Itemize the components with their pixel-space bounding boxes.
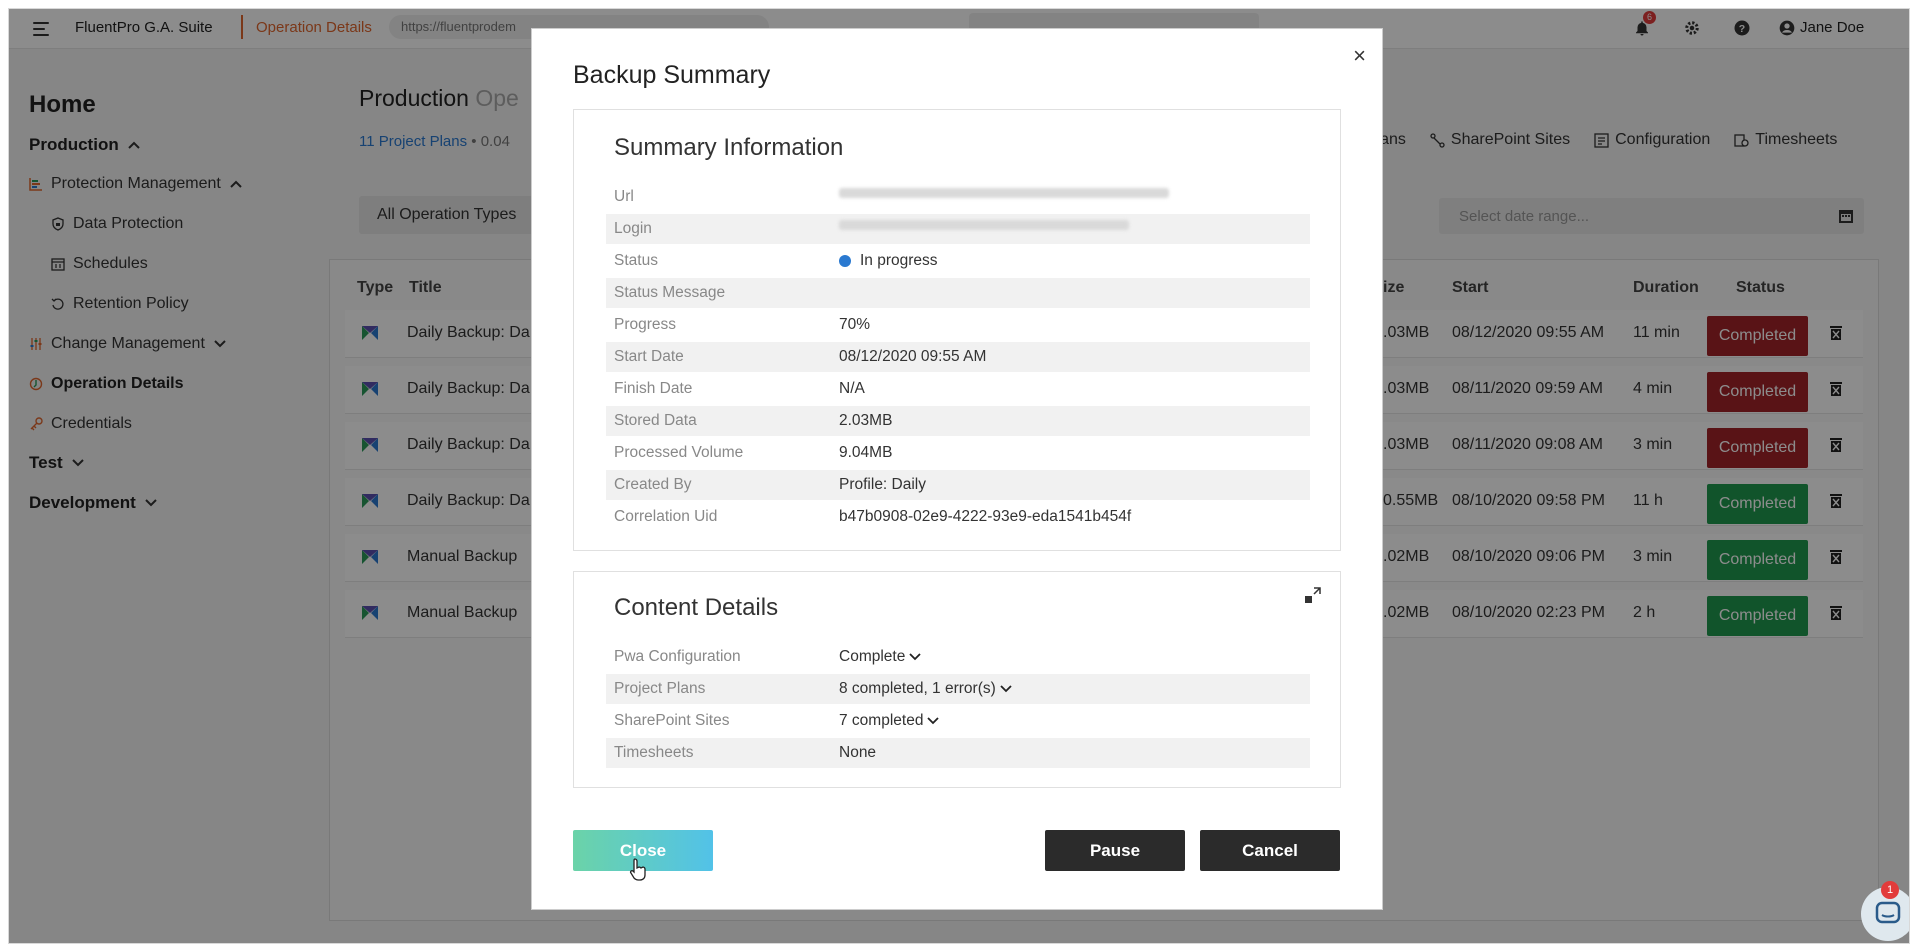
summary-title: Summary Information (614, 134, 844, 161)
content-key: Timesheets (614, 744, 694, 761)
content-details-section: Content Details Pwa Configuration Complet… (573, 571, 1341, 788)
summary-row: Correlation Uid b47b0908-02e9-4222-93e9-e… (606, 502, 1310, 532)
hand-cursor-icon (629, 858, 646, 881)
modal-title: Backup Summary (573, 61, 771, 89)
content-value[interactable]: 8 completed, 1 error(s) (839, 680, 996, 698)
summary-row: Url (606, 182, 1310, 212)
summary-row: Progress 70% (606, 310, 1310, 340)
content-row[interactable]: Project Plans 8 completed, 1 error(s) (606, 674, 1310, 704)
summary-value: Profile: Daily (839, 476, 926, 493)
modal-close-icon[interactable]: × (1353, 43, 1366, 69)
redacted-value (839, 220, 1129, 230)
summary-value: In progress (860, 252, 938, 269)
summary-key: Processed Volume (614, 444, 744, 461)
content-row[interactable]: SharePoint Sites 7 completed (606, 706, 1310, 736)
summary-row: Created By Profile: Daily (606, 470, 1310, 500)
summary-section: Summary Information Url Login Status In pro… (573, 109, 1341, 551)
summary-key: Correlation Uid (614, 508, 718, 525)
status-dot-icon (839, 255, 851, 267)
summary-row: Login (606, 214, 1310, 244)
summary-row: Status Message (606, 278, 1310, 308)
summary-row: Status In progress (606, 246, 1310, 276)
summary-value: b47b0908-02e9-4222-93e9-eda1541b454f (839, 508, 1132, 525)
content-value[interactable]: 7 completed (839, 712, 923, 730)
summary-key: Url (614, 188, 634, 205)
chat-icon (1875, 901, 1901, 924)
summary-row: Finish Date N/A (606, 374, 1310, 404)
summary-value: 2.03MB (839, 412, 893, 429)
summary-row: Start Date 08/12/2020 09:55 AM (606, 342, 1310, 372)
content-details-title: Content Details (614, 594, 779, 621)
summary-key: Stored Data (614, 412, 697, 429)
summary-key: Start Date (614, 348, 684, 365)
summary-key: Progress (614, 316, 677, 333)
app-frame: FluentPro G.A. Suite Operation Details h… (8, 8, 1910, 944)
summary-value: 08/12/2020 09:55 AM (839, 348, 987, 365)
pause-button[interactable]: Pause (1045, 830, 1185, 871)
backup-summary-modal: Backup Summary × Summary Information Url… (531, 28, 1383, 910)
cancel-button[interactable]: Cancel (1200, 830, 1340, 871)
summary-key: Login (614, 220, 652, 237)
expand-icon[interactable] (1304, 586, 1322, 604)
summary-key: Created By (614, 476, 692, 493)
content-value: None (839, 744, 877, 761)
summary-key: Status Message (614, 284, 726, 301)
summary-row: Stored Data 2.03MB (606, 406, 1310, 436)
content-key: SharePoint Sites (614, 712, 730, 729)
summary-value: 70% (839, 316, 871, 333)
content-value[interactable]: Complete (839, 648, 905, 666)
chevron-down-icon[interactable] (909, 653, 921, 661)
summary-value: N/A (839, 380, 865, 397)
chat-badge: 1 (1881, 881, 1899, 899)
summary-key: Status (614, 252, 658, 269)
content-key: Pwa Configuration (614, 648, 741, 665)
chevron-down-icon[interactable] (1000, 685, 1012, 693)
content-row: Timesheets None (606, 738, 1310, 768)
summary-key: Finish Date (614, 380, 693, 397)
summary-row: Processed Volume 9.04MB (606, 438, 1310, 468)
content-row[interactable]: Pwa Configuration Complete (606, 642, 1310, 672)
chevron-down-icon[interactable] (927, 717, 940, 725)
summary-value: 9.04MB (839, 444, 893, 461)
redacted-value (839, 188, 1169, 198)
content-key: Project Plans (614, 680, 706, 697)
